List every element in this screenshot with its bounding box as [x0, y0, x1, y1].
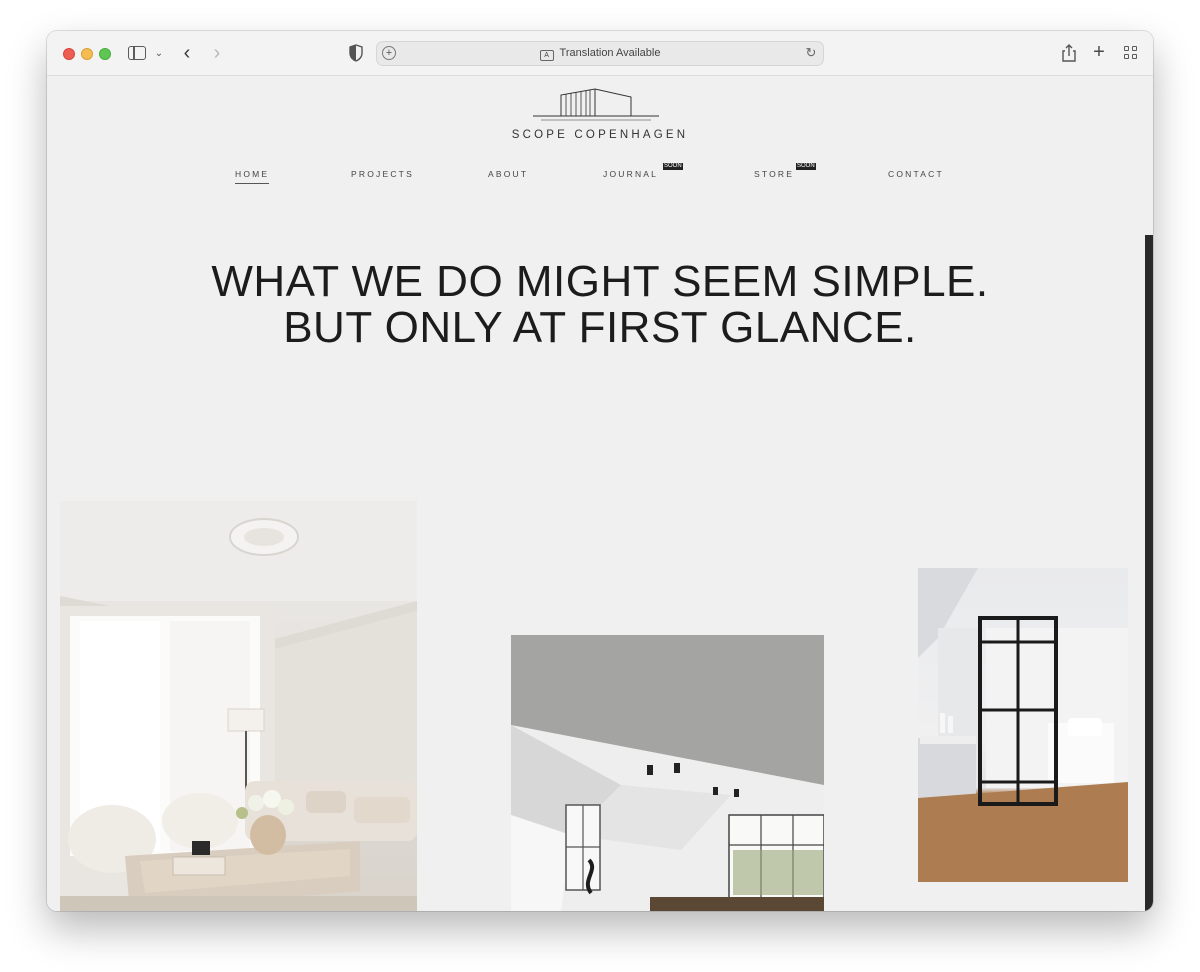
- soon-badge: SOON: [796, 163, 816, 170]
- zoom-window-button[interactable]: [99, 48, 111, 60]
- nav-home[interactable]: HOME: [235, 169, 270, 184]
- main-nav: HOME PROJECTS ABOUT JOURNAL SOON STORE SOO…: [47, 163, 1153, 189]
- living-room-photo[interactable]: [60, 501, 417, 911]
- minimize-window-button[interactable]: [81, 48, 93, 60]
- translate-icon: A: [539, 50, 554, 61]
- hero-headline: WHAT WE DO MIGHT SEEM SIMPLE. BUT ONLY A…: [47, 259, 1153, 351]
- site-title[interactable]: SCOPE COPENHAGEN: [47, 129, 1153, 141]
- nav-about[interactable]: ABOUT: [488, 169, 528, 179]
- bedroom-glass-door-photo[interactable]: [918, 568, 1128, 882]
- reload-icon[interactable]: ↻: [804, 45, 818, 61]
- nav-store-label: STORE: [754, 169, 795, 179]
- browser-window: ⌄ ‹ › + A Translation Available ↻ + SCOP…: [47, 31, 1153, 911]
- close-window-button[interactable]: [63, 48, 75, 60]
- forward-icon[interactable]: ›: [209, 42, 225, 64]
- headline-line-1: WHAT WE DO MIGHT SEEM SIMPLE.: [211, 257, 989, 306]
- chevron-down-icon[interactable]: ⌄: [153, 45, 165, 61]
- nav-contact[interactable]: CONTACT: [888, 169, 944, 179]
- nav-projects[interactable]: PROJECTS: [351, 169, 414, 179]
- nav-projects-label: PROJECTS: [351, 169, 414, 179]
- nav-about-label: ABOUT: [488, 169, 529, 179]
- translation-label: Translation Available: [559, 47, 661, 59]
- nav-journal[interactable]: JOURNAL SOON: [603, 163, 683, 179]
- web-page: SCOPE COPENHAGEN HOME PROJECTS ABOUT JOU…: [47, 76, 1153, 911]
- sidebar-icon[interactable]: [128, 46, 146, 60]
- share-icon[interactable]: [1061, 43, 1077, 63]
- nav-contact-label: CONTACT: [888, 169, 944, 179]
- soon-badge: SOON: [663, 163, 683, 170]
- back-icon[interactable]: ‹: [179, 42, 195, 64]
- translation-status[interactable]: A Translation Available: [377, 47, 823, 61]
- nav-journal-label: JOURNAL: [603, 169, 659, 179]
- shield-icon[interactable]: [349, 44, 363, 62]
- headline-line-2: BUT ONLY AT FIRST GLANCE.: [283, 303, 917, 352]
- address-bar[interactable]: + A Translation Available ↻: [376, 41, 824, 66]
- scope-logo[interactable]: [533, 83, 659, 123]
- tabs-overview-icon[interactable]: [1124, 46, 1138, 60]
- page-scrollbar[interactable]: [1145, 235, 1153, 911]
- browser-toolbar: ⌄ ‹ › + A Translation Available ↻ +: [47, 31, 1153, 76]
- plus-icon[interactable]: +: [1091, 41, 1107, 63]
- nav-home-label: HOME: [235, 169, 270, 179]
- nav-store[interactable]: STORE SOON: [754, 163, 816, 179]
- attic-kitchen-photo[interactable]: [511, 635, 824, 911]
